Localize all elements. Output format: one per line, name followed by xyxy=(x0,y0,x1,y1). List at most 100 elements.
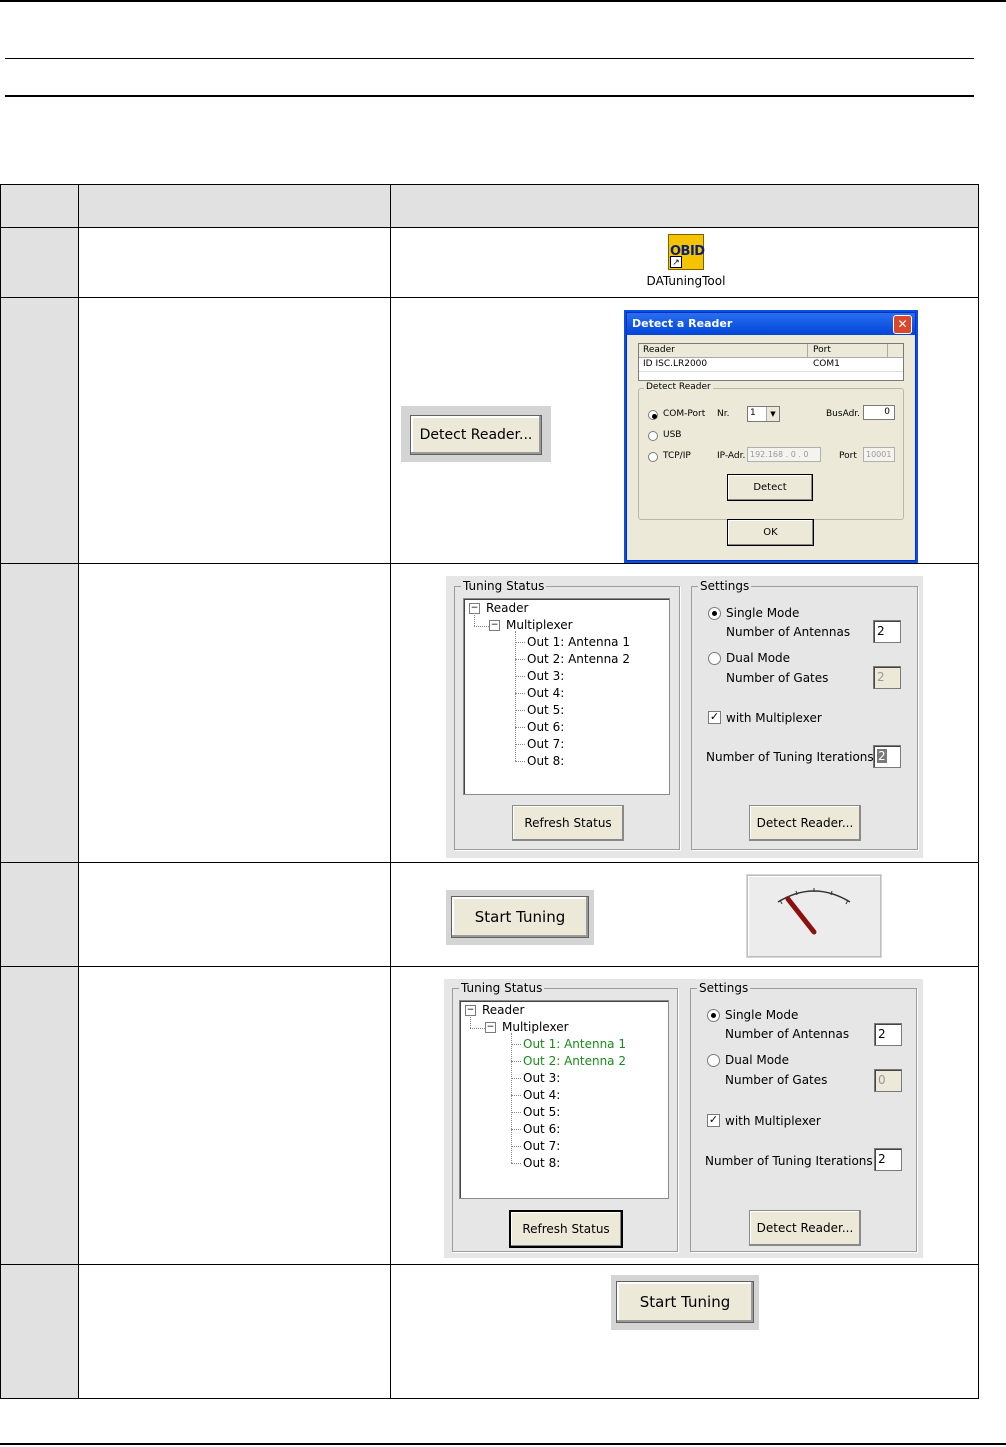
iterations-input[interactable]: 2 xyxy=(874,1148,902,1171)
with-multiplexer-checkbox[interactable]: ✓ xyxy=(708,711,721,724)
top-border xyxy=(0,0,1006,2)
tree-node-out[interactable]: Out 8: xyxy=(523,1156,560,1170)
com-port-radio[interactable] xyxy=(648,410,658,420)
collapse-icon[interactable]: − xyxy=(489,620,500,631)
detect-reader-group: Detect Reader COM-Port Nr. 1 ▼ BusAdr. 0… xyxy=(638,382,904,520)
num-gates-label: Number of Gates xyxy=(726,671,829,685)
status-tree[interactable]: − Reader − Multiplexer Out 1: Antenna 1 … xyxy=(459,1000,669,1199)
tree-node-out[interactable]: Out 1: Antenna 1 xyxy=(527,635,630,649)
dual-mode-label: Dual Mode xyxy=(725,1053,790,1067)
with-multiplexer-checkbox[interactable]: ✓ xyxy=(707,1114,720,1127)
tree-node-out[interactable]: Out 8: xyxy=(527,754,564,768)
single-mode-radio[interactable] xyxy=(708,607,721,620)
col-reader: Reader xyxy=(643,345,675,355)
list-item[interactable]: ID ISC.LR2000 COM1 xyxy=(639,358,903,372)
tree-node-out[interactable]: Out 5: xyxy=(527,703,564,717)
tcpip-radio[interactable] xyxy=(648,452,658,462)
close-icon[interactable]: ✕ xyxy=(893,315,912,334)
collapse-icon[interactable]: − xyxy=(485,1022,496,1033)
reader-list-header: Reader Port xyxy=(639,344,903,358)
iterations-label: Number of Tuning Iterations xyxy=(706,750,874,764)
tree-node-out[interactable]: Out 7: xyxy=(523,1139,560,1153)
header-cell-action xyxy=(78,184,391,228)
port-input[interactable]: 10001 xyxy=(863,447,895,462)
detect-reader-button[interactable]: Detect Reader... xyxy=(749,805,861,841)
status-tree[interactable]: − Reader − Multiplexer Out 1: Antenna 1 … xyxy=(463,598,670,795)
detect-reader-button[interactable]: Detect Reader... xyxy=(749,1210,861,1246)
tree-node-out[interactable]: Out 4: xyxy=(527,686,564,700)
tree-node-out[interactable]: Out 6: xyxy=(527,720,564,734)
iterations-input[interactable]: 2 xyxy=(873,745,901,768)
shortcut-arrow-icon: ↗ xyxy=(670,256,682,268)
tree-node-out[interactable]: Out 2: Antenna 2 xyxy=(523,1054,626,1068)
settings-group: Settings Single Mode Number of Antennas … xyxy=(690,981,917,1252)
usb-label: USB xyxy=(663,430,682,440)
busadr-label: BusAdr. xyxy=(826,409,861,419)
num-gates-input[interactable]: 0 xyxy=(874,1069,902,1092)
ipadr-label: IP-Adr. xyxy=(717,451,746,461)
num-antennas-label: Number of Antennas xyxy=(726,625,851,639)
start-tuning-frame: Start Tuning xyxy=(446,890,594,945)
detect-reader-button[interactable]: Detect Reader... xyxy=(410,415,542,455)
start-tuning-button[interactable]: Start Tuning xyxy=(451,896,589,938)
with-multiplexer-label: with Multiplexer xyxy=(725,1114,821,1128)
ipadr-input[interactable]: 192.168 . 0 . 0 xyxy=(747,447,821,462)
chevron-down-icon[interactable]: ▼ xyxy=(766,407,779,421)
header-cell-step xyxy=(0,184,79,228)
tuning-gauge xyxy=(747,875,881,957)
tuning-status-label: Tuning Status xyxy=(461,579,547,593)
nr-select[interactable]: 1 ▼ xyxy=(747,406,780,422)
detect-button-frame: Detect Reader... xyxy=(401,406,551,462)
table-row: Detect Reader... Detect a Reader ✕ Reade… xyxy=(0,297,979,564)
header-rule-thin xyxy=(5,58,974,59)
port-label: Port xyxy=(839,451,857,461)
refresh-status-button[interactable]: Refresh Status xyxy=(512,805,624,841)
tuning-status-group: Tuning Status − Reader − Multiplexer Out… xyxy=(454,579,680,850)
tree-node-out[interactable]: Out 6: xyxy=(523,1122,560,1136)
gauge-icon xyxy=(777,888,851,935)
table-row: Start Tuning xyxy=(0,1264,979,1399)
tuning-panel-1: Tuning Status − Reader − Multiplexer Out… xyxy=(446,576,923,858)
dual-mode-radio[interactable] xyxy=(708,652,721,665)
refresh-status-button[interactable]: Refresh Status xyxy=(509,1210,623,1248)
desktop-icon-label: DATuningTool xyxy=(646,274,726,288)
dual-mode-label: Dual Mode xyxy=(726,651,791,665)
reader-name: ID ISC.LR2000 xyxy=(643,359,708,369)
obid-app-icon: OBID ↗ xyxy=(668,234,705,270)
tree-node-out[interactable]: Out 7: xyxy=(527,737,564,751)
tree-node-out[interactable]: Out 4: xyxy=(523,1088,560,1102)
tree-node-out[interactable]: Out 3: xyxy=(523,1071,560,1085)
ok-button[interactable]: OK xyxy=(727,519,814,546)
num-antennas-input[interactable]: 2 xyxy=(873,620,901,643)
dual-mode-radio[interactable] xyxy=(707,1054,720,1067)
table-row: Start Tuning xyxy=(0,862,979,967)
screen-cell: Detect Reader... Detect a Reader ✕ Reade… xyxy=(390,297,979,564)
tuning-panel-2: Tuning Status − Reader − Multiplexer Out… xyxy=(444,979,923,1258)
col-port: Port xyxy=(813,345,831,355)
tree-node-out[interactable]: Out 3: xyxy=(527,669,564,683)
tree-node-out[interactable]: Out 5: xyxy=(523,1105,560,1119)
single-mode-radio[interactable] xyxy=(707,1009,720,1022)
busadr-input[interactable]: 0 xyxy=(863,405,895,420)
settings-label: Settings xyxy=(697,981,751,995)
tree-node-multiplexer[interactable]: Multiplexer xyxy=(506,618,573,632)
num-antennas-input[interactable]: 2 xyxy=(874,1023,902,1046)
reader-list[interactable]: Reader Port ID ISC.LR2000 COM1 xyxy=(638,343,904,381)
table-row: OBID ↗ DATuningTool xyxy=(0,227,979,298)
tree-node-reader[interactable]: Reader xyxy=(482,1003,524,1017)
start-tuning-button[interactable]: Start Tuning xyxy=(616,1281,754,1323)
num-gates-input[interactable]: 2 xyxy=(873,666,901,689)
detect-button[interactable]: Detect xyxy=(727,474,813,501)
start-tuning-frame: Start Tuning xyxy=(611,1275,759,1330)
tree-node-out[interactable]: Out 1: Antenna 1 xyxy=(523,1037,626,1051)
desktop-shortcut[interactable]: OBID ↗ DATuningTool xyxy=(641,234,731,294)
iterations-label: Number of Tuning Iterations xyxy=(705,1154,873,1168)
with-multiplexer-label: with Multiplexer xyxy=(726,711,822,725)
usb-radio[interactable] xyxy=(648,431,658,441)
header-rule-thick xyxy=(5,95,974,97)
tree-node-multiplexer[interactable]: Multiplexer xyxy=(502,1020,569,1034)
tree-node-reader[interactable]: Reader xyxy=(486,601,528,615)
table-row: Tuning Status − Reader − Multiplexer Out… xyxy=(0,563,979,863)
tree-node-out[interactable]: Out 2: Antenna 2 xyxy=(527,652,630,666)
settings-label: Settings xyxy=(698,579,752,593)
